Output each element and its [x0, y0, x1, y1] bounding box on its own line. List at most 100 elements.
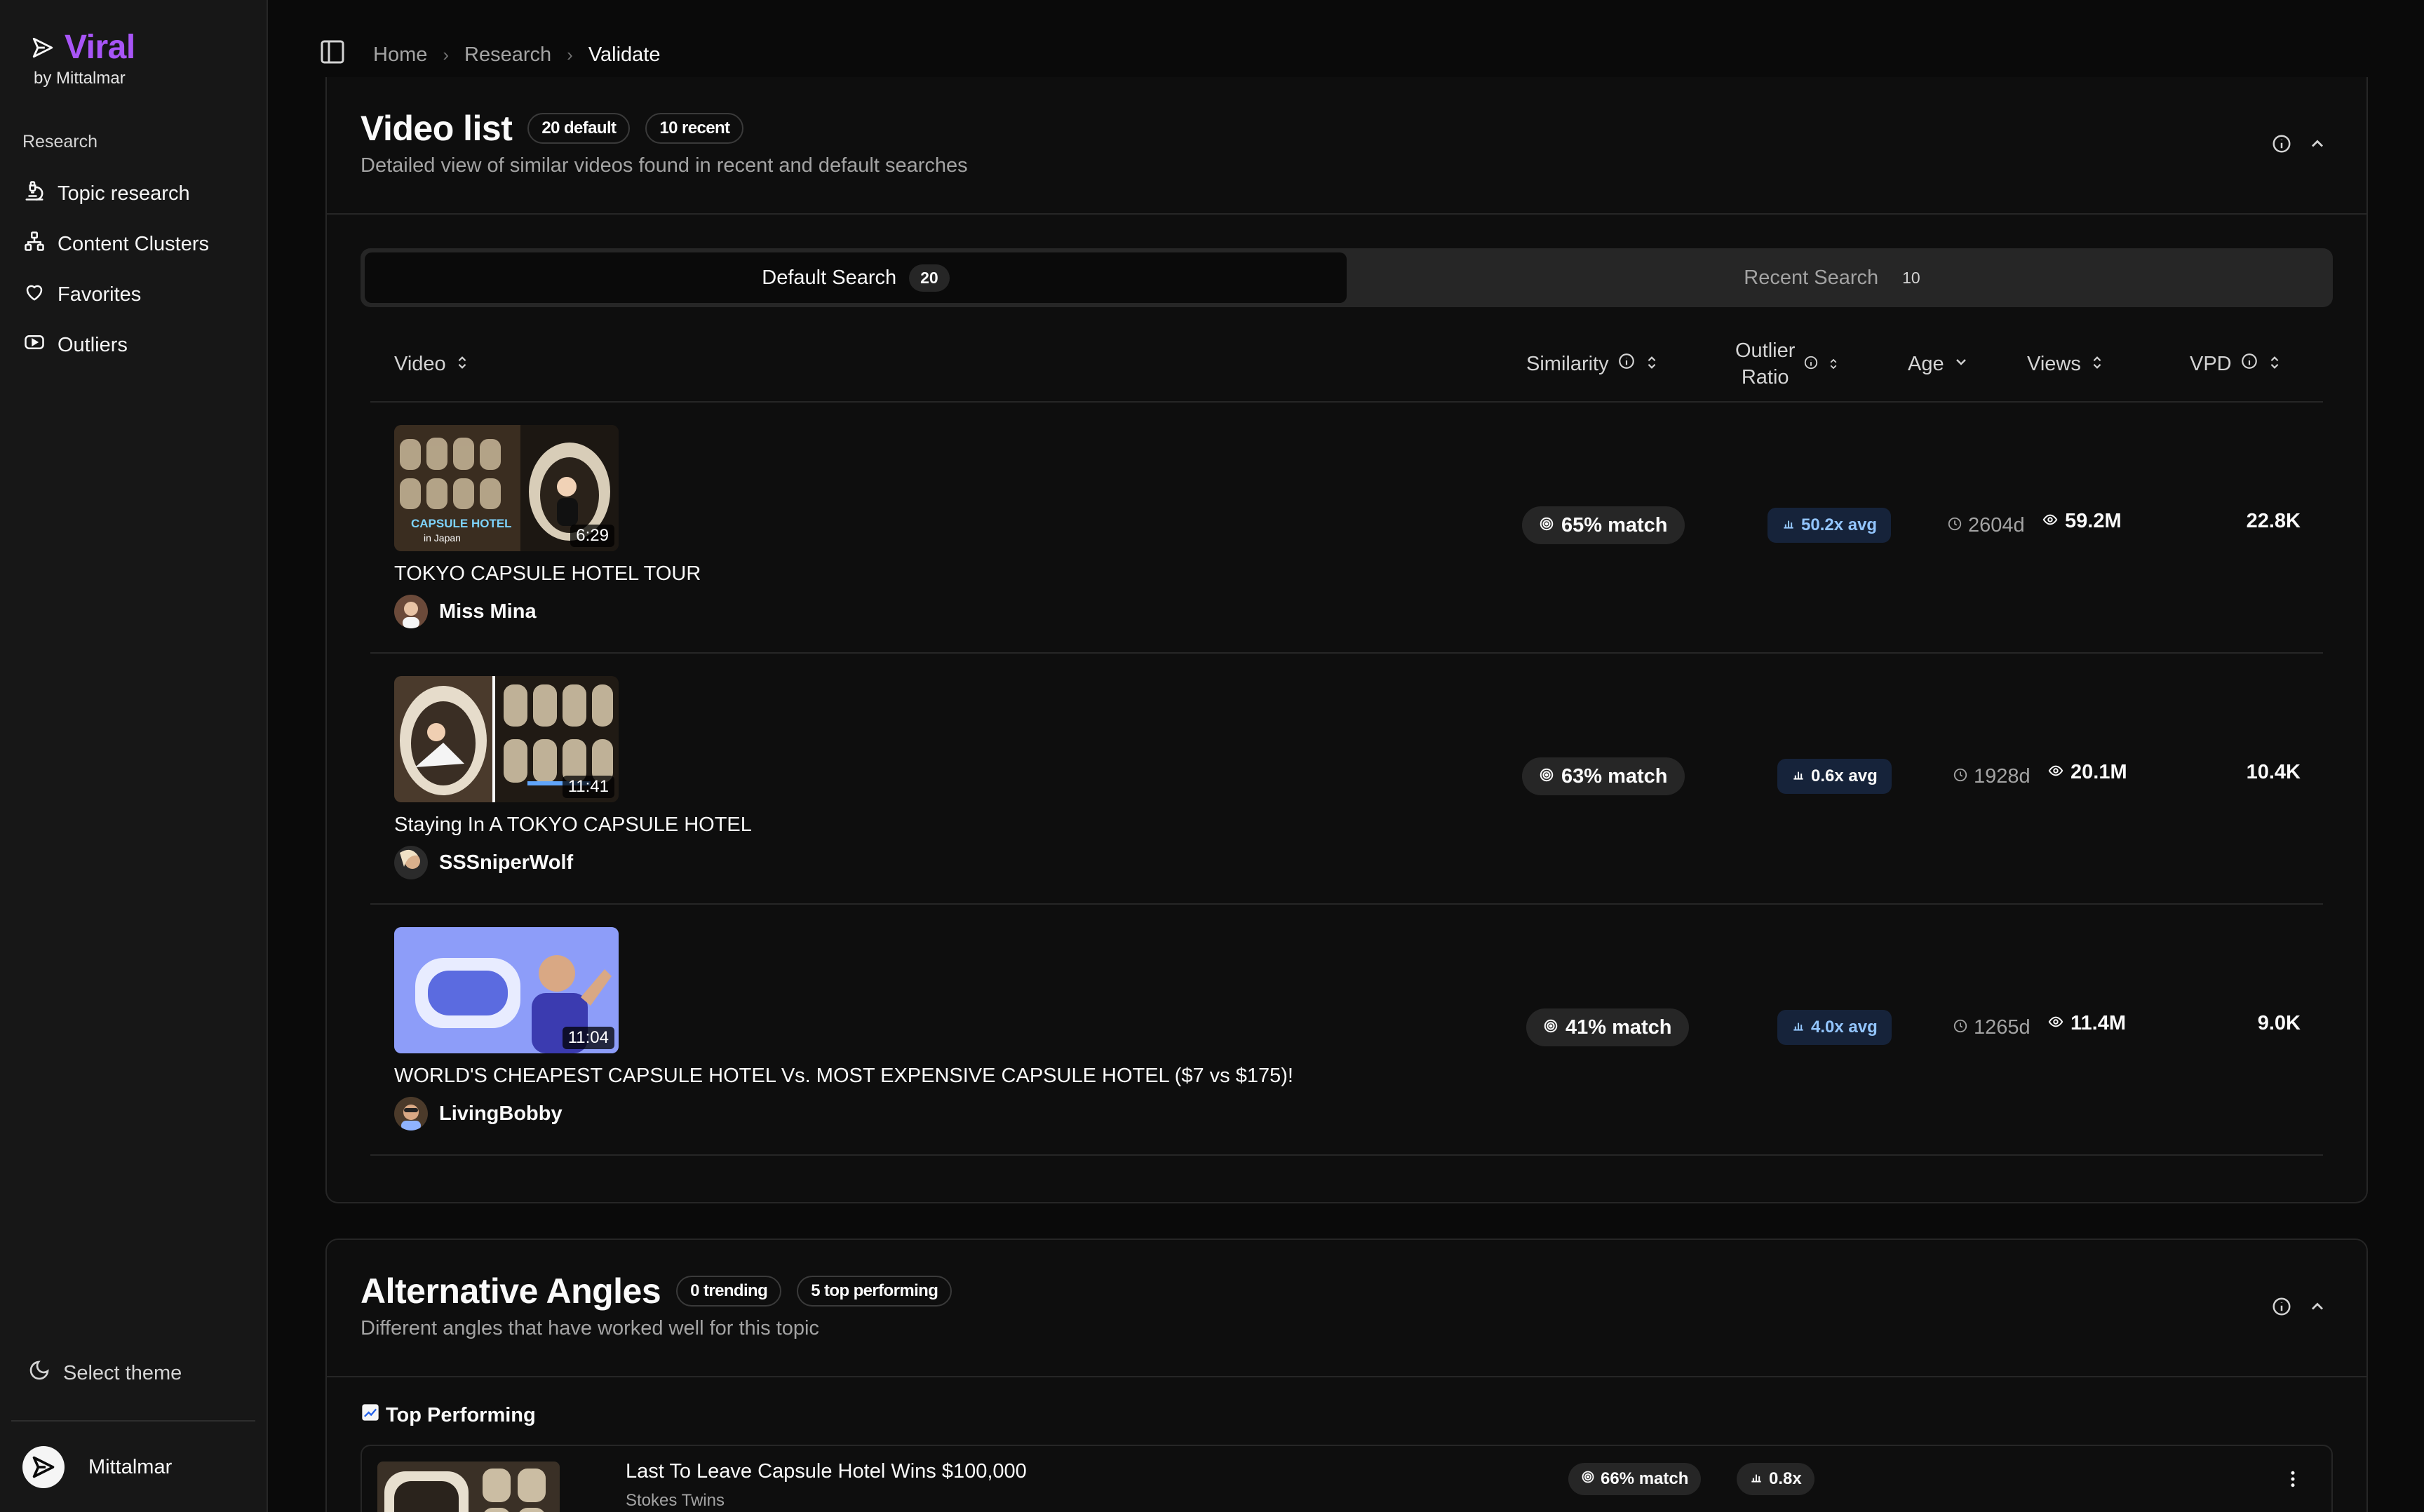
- similarity-badge: 65% match: [1522, 506, 1685, 544]
- video-duration: 11:04: [562, 1027, 614, 1049]
- sort-icon: [1644, 353, 1659, 376]
- channel[interactable]: LivingBobby: [394, 1097, 563, 1130]
- section-label-text: Top Performing: [386, 1403, 536, 1426]
- video-duration: 6:29: [570, 525, 614, 547]
- bar-chart-icon: [1791, 767, 1805, 786]
- info-icon[interactable]: [2271, 1296, 2292, 1321]
- microscope-icon: [24, 180, 45, 207]
- card-title: Alternative Angles: [361, 1271, 661, 1311]
- column-age[interactable]: Age: [1908, 327, 1969, 401]
- video-thumbnail[interactable]: 11:04: [394, 927, 619, 1053]
- clock-icon: [1953, 1016, 1968, 1039]
- tab-default-search[interactable]: Default Search 20: [365, 252, 1347, 303]
- channel-name: Miss Mina: [439, 600, 537, 623]
- avatar: [394, 1097, 428, 1130]
- video-thumbnail[interactable]: CAPSULE HOTEL in Japan 6:29: [394, 425, 619, 551]
- select-theme-button[interactable]: Select theme: [28, 1359, 182, 1387]
- table-row[interactable]: 11:41 Staying In A TOKYO CAPSULE HOTEL S…: [370, 654, 2323, 905]
- sidebar-item-favorites[interactable]: Favorites: [21, 269, 252, 320]
- sidebar-item-label: Content Clusters: [58, 232, 209, 255]
- video-title[interactable]: WORLD'S CHEAPEST CAPSULE HOTEL Vs. MOST …: [394, 1065, 1293, 1088]
- breadcrumb-home[interactable]: Home: [373, 43, 427, 67]
- chevron-up-icon[interactable]: [2308, 1297, 2327, 1320]
- chevron-right-icon: ›: [567, 43, 573, 65]
- search-tabs: Default Search 20 Recent Search 10: [361, 248, 2333, 307]
- column-label: VPD: [2190, 352, 2232, 375]
- column-video[interactable]: Video: [394, 327, 470, 401]
- chevron-down-icon: [1953, 353, 1969, 376]
- bar-chart-icon: [1791, 1018, 1805, 1037]
- column-label-line1: Outlier: [1735, 339, 1796, 362]
- eye-icon: [2042, 510, 2058, 533]
- table-row[interactable]: 11:04 WORLD'S CHEAPEST CAPSULE HOTEL Vs.…: [370, 905, 2323, 1156]
- sidebar-toggle-icon[interactable]: [318, 38, 346, 72]
- channel[interactable]: SSSniperWolf: [394, 846, 573, 879]
- tab-label: Default Search: [762, 266, 897, 289]
- age-text: 1265d: [1974, 1015, 2031, 1039]
- age-value: 2604d: [1947, 506, 2025, 544]
- tab-count: 20: [909, 264, 950, 292]
- send-logo-icon: [31, 36, 55, 60]
- nav-group-label: Research: [22, 132, 97, 151]
- similarity-badge: 63% match: [1522, 757, 1685, 795]
- column-vpd[interactable]: VPD: [2190, 327, 2282, 401]
- sidebar-item-content-clusters[interactable]: Content Clusters: [21, 219, 252, 269]
- video-thumbnail[interactable]: [377, 1462, 560, 1512]
- video-title[interactable]: Last To Leave Capsule Hotel Wins $100,00…: [626, 1460, 1027, 1483]
- similarity-value: 63% match: [1561, 764, 1668, 788]
- trending-count-badge: 0 trending: [676, 1276, 782, 1307]
- user-menu[interactable]: Mittalmar: [22, 1446, 172, 1488]
- channel-name: LivingBobby: [439, 1102, 563, 1125]
- outlier-ratio-badge: 4.0x avg: [1777, 1010, 1892, 1045]
- thumb-caption-1: CAPSULE HOTEL: [411, 517, 512, 530]
- info-icon[interactable]: [2271, 133, 2292, 158]
- video-list-header: Video list 20 default 10 recent Detailed…: [327, 77, 2366, 215]
- outlier-ratio-badge: 0.8x: [1737, 1463, 1814, 1495]
- brand-name: Viral: [65, 29, 135, 66]
- breadcrumb: Home › Research › Validate: [318, 38, 660, 72]
- top-performing-label: Top Performing: [361, 1403, 536, 1428]
- info-icon: [2240, 352, 2258, 376]
- chevron-up-icon[interactable]: [2308, 134, 2327, 157]
- alternative-angle-item[interactable]: Last To Leave Capsule Hotel Wins $100,00…: [361, 1445, 2333, 1512]
- info-icon: [1803, 353, 1819, 376]
- video-thumbnail[interactable]: 11:41: [394, 676, 619, 802]
- channel-name[interactable]: Stokes Twins: [626, 1491, 725, 1511]
- alternative-angles-header: Alternative Angles 0 trending 5 top perf…: [327, 1240, 2366, 1377]
- sidebar-divider: [11, 1420, 255, 1422]
- similarity-value: 41% match: [1566, 1015, 1672, 1039]
- target-icon: [1581, 1469, 1595, 1489]
- alternative-angles-card: Alternative Angles 0 trending 5 top perf…: [325, 1238, 2368, 1512]
- channel[interactable]: Miss Mina: [394, 595, 537, 628]
- views-text: 59.2M: [2065, 509, 2122, 532]
- similarity-badge: 66% match: [1568, 1463, 1702, 1495]
- outlier-value: 0.6x avg: [1811, 767, 1878, 785]
- video-title[interactable]: Staying In A TOKYO CAPSULE HOTEL: [394, 814, 752, 837]
- card-title: Video list: [361, 109, 513, 148]
- breadcrumb-research[interactable]: Research: [464, 43, 551, 67]
- column-views[interactable]: Views: [2027, 327, 2105, 401]
- sort-icon: [1827, 353, 1840, 376]
- sort-icon: [454, 353, 470, 376]
- clock-icon: [1953, 765, 1968, 788]
- outlier-value: 0.8x: [1769, 1469, 1802, 1488]
- column-label: Age: [1908, 352, 1944, 375]
- avatar: [394, 846, 428, 879]
- column-similarity[interactable]: Similarity: [1526, 327, 1659, 401]
- top-performing-count-badge: 5 top performing: [797, 1276, 952, 1307]
- table-row[interactable]: CAPSULE HOTEL in Japan 6:29 TOKYO CAPSUL…: [370, 403, 2323, 654]
- sidebar-item-topic-research[interactable]: Topic research: [21, 168, 252, 219]
- youtube-icon: [24, 332, 45, 358]
- brand[interactable]: Viral by Mittalmar: [31, 28, 135, 88]
- column-outlier-ratio[interactable]: Outlier Ratio: [1735, 327, 1840, 401]
- outlier-value: 4.0x avg: [1811, 1018, 1878, 1037]
- outlier-value: 50.2x avg: [1801, 515, 1878, 534]
- sidebar-item-outliers[interactable]: Outliers: [21, 320, 252, 370]
- video-title[interactable]: TOKYO CAPSULE HOTEL TOUR: [394, 562, 701, 586]
- more-vertical-icon[interactable]: [2282, 1469, 2303, 1493]
- select-theme-label: Select theme: [63, 1361, 182, 1384]
- sort-icon: [2267, 353, 2282, 376]
- tab-recent-search[interactable]: Recent Search 10: [1347, 252, 2329, 303]
- outlier-ratio-badge: 50.2x avg: [1767, 508, 1892, 543]
- column-label: Views: [2027, 352, 2081, 375]
